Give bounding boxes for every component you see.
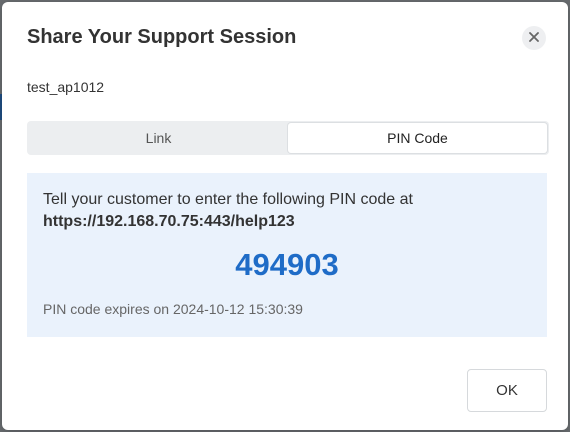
tab-link[interactable]: Link xyxy=(29,123,288,153)
pin-expiry: PIN code expires on 2024-10-12 15:30:39 xyxy=(43,301,303,317)
share-session-dialog: Share Your Support Session test_ap1012 L… xyxy=(2,2,568,430)
pin-code-panel: Tell your customer to enter the followin… xyxy=(27,173,547,337)
share-method-tabs: Link PIN Code xyxy=(27,121,549,155)
pin-url: https://192.168.70.75:443/help123 xyxy=(43,213,295,230)
tab-pin-code[interactable]: PIN Code xyxy=(288,123,547,153)
dialog-title: Share Your Support Session xyxy=(27,26,297,48)
pin-instruction: Tell your customer to enter the followin… xyxy=(43,191,413,208)
close-icon xyxy=(529,29,539,47)
session-name: test_ap1012 xyxy=(27,79,105,95)
close-button[interactable] xyxy=(522,26,546,50)
ok-button[interactable]: OK xyxy=(467,369,547,412)
pin-code: 494903 xyxy=(235,247,339,282)
